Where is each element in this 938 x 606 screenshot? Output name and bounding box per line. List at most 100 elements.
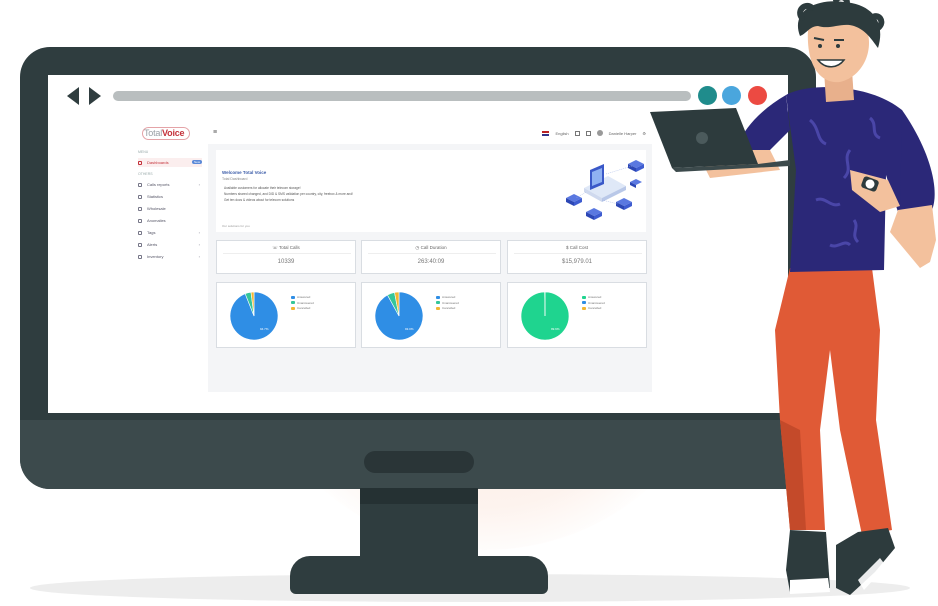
sidebar-item-label: Inventory: [147, 254, 164, 259]
sidebar-item-dashboards[interactable]: Dashboards New: [138, 158, 202, 167]
pie-percent-label: 94.7%: [260, 327, 269, 331]
welcome-title: Welcome Total Voice: [222, 170, 267, 175]
fullscreen-icon[interactable]: [585, 130, 591, 136]
stat-value: 10339: [277, 259, 295, 265]
legend-label: Unanswered: [442, 300, 459, 305]
chevron-down-icon: ›: [198, 254, 200, 259]
legend-item: Cancelled: [582, 306, 605, 310]
dashboard-app: TotalVoice ≡ English Danielle Harper ⚙ M…: [136, 122, 652, 392]
pie-chart: 99.9%: [520, 291, 570, 341]
isometric-illustration: [566, 160, 644, 220]
legend-label: Answered: [442, 295, 456, 299]
stat-label-text: Total Calls: [279, 245, 300, 250]
divider: [223, 253, 351, 254]
pie-legend: Answered Unanswered Cancelled: [291, 295, 314, 312]
legend-swatch: [436, 295, 440, 299]
legend-label: Unanswered: [588, 300, 605, 305]
logo-text-voice: Voice: [162, 128, 185, 138]
stat-label-text: Call Duration: [420, 245, 447, 250]
legend-swatch: [291, 306, 295, 310]
box-icon: [138, 254, 142, 259]
hamburger-icon[interactable]: ≡: [213, 129, 217, 136]
stat-label-text: Call Cost: [569, 245, 589, 250]
monitor-logo-slot: [364, 451, 474, 473]
sidebar-item-alerts[interactable]: Alerts ›: [138, 240, 202, 249]
legend-label: Answered: [297, 295, 311, 299]
legend-item: Unanswered: [582, 301, 605, 305]
pie-card: 93.0% Answered Unanswered Cancelled: [361, 282, 501, 348]
laptop-logo: [696, 132, 708, 144]
sidebar: Menu Dashboards New Others Calls reports…: [136, 144, 208, 392]
dashboard-icon: [138, 160, 142, 165]
divider: [514, 253, 642, 254]
stat-label: ☏ Total Calls: [217, 245, 355, 251]
ear: [856, 40, 868, 52]
sidebar-item-calls-reports[interactable]: Calls reports ›: [138, 180, 202, 189]
welcome-bullet: Available customers for allocate their t…: [224, 186, 301, 190]
pie-card: 99.9% Answered Unanswered Cancelled: [507, 282, 647, 348]
pie-card: 94.7% Answered Unanswered Cancelled: [216, 282, 356, 348]
language-selector[interactable]: English: [555, 131, 568, 136]
legend-swatch: [291, 295, 295, 299]
welcome-bullet: Numbers shared changed, and DID & SMS va…: [224, 192, 353, 196]
sidebar-item-label: Anomalies: [147, 218, 166, 223]
sidebar-item-wholesale[interactable]: Wholesale: [138, 204, 202, 213]
sidebar-item-label: Alerts: [147, 242, 158, 247]
stat-card-total-calls: ☏ Total Calls 10339: [216, 240, 356, 274]
pie-percent-label: 99.9%: [551, 327, 560, 331]
stat-value: $15,979.01: [561, 259, 593, 265]
chevron-down-icon: ›: [198, 230, 200, 235]
person-illustration: [650, 0, 936, 595]
legend-item: Answered: [582, 295, 605, 299]
sidebar-item-statistics[interactable]: Statistics: [138, 192, 202, 201]
legend-label: Cancelled: [297, 306, 311, 310]
stat-card-call-cost: $ Call Cost $15,979.01: [507, 240, 647, 274]
stat-card-call-duration: ◷ Call Duration 263:40:09: [361, 240, 501, 274]
sidebar-section-others: Others: [138, 172, 153, 176]
phone-icon: [138, 182, 142, 187]
pie-chart: 94.7%: [229, 291, 279, 341]
stat-label: $ Call Cost: [508, 245, 646, 250]
legend-swatch: [582, 301, 586, 304]
legend-label: Cancelled: [588, 306, 602, 310]
legend-item: Answered: [436, 295, 459, 299]
sidebar-item-label: Dashboards: [147, 160, 169, 165]
legend-label: Answered: [588, 295, 602, 299]
arrow-left-icon[interactable]: [67, 87, 79, 105]
bell-icon: [138, 242, 142, 247]
chevron-down-icon: ›: [198, 182, 200, 187]
legend-swatch: [291, 301, 295, 304]
pie-chart: 93.0%: [374, 291, 424, 341]
welcome-bullet: Get ten docs & videos about for telecom …: [224, 198, 295, 202]
top-bar: TotalVoice ≡ English Danielle Harper ⚙: [136, 122, 652, 144]
stat-value: 263:40:09: [417, 259, 445, 265]
globe-icon: [138, 206, 142, 211]
sidebar-item-anomalies[interactable]: Anomalies: [138, 216, 202, 225]
legend-label: Unanswered: [297, 300, 314, 305]
arm-pointing: [890, 205, 936, 268]
new-badge: New: [191, 160, 202, 164]
monitor-stand-base: [290, 556, 548, 594]
pie-legend: Answered Unanswered Cancelled: [582, 295, 605, 312]
legend-item: Unanswered: [291, 301, 314, 305]
user-name[interactable]: Danielle Harper: [609, 131, 637, 136]
legend-swatch: [436, 301, 440, 304]
apps-icon[interactable]: [574, 130, 580, 136]
sidebar-item-tags[interactable]: Tags ›: [138, 228, 202, 237]
legend-item: Cancelled: [436, 306, 459, 310]
divider: [368, 253, 496, 254]
avatar[interactable]: [596, 130, 603, 136]
sidebar-item-label: Statistics: [147, 194, 164, 199]
app-logo[interactable]: TotalVoice: [144, 128, 185, 138]
arrow-right-icon[interactable]: [89, 87, 101, 105]
welcome-footer-link[interactable]: Our solutions for you: [222, 224, 250, 228]
legend-item: Cancelled: [291, 306, 314, 310]
address-bar[interactable]: [113, 91, 691, 101]
legend-label: Cancelled: [442, 306, 456, 310]
welcome-subtitle: Total Dashboard: [222, 177, 248, 181]
sidebar-item-inventory[interactable]: Inventory ›: [138, 252, 202, 261]
sidebar-item-label: Wholesale: [147, 206, 166, 211]
monitor-stand-shadow: [360, 488, 478, 504]
stat-label: ◷ Call Duration: [362, 245, 500, 251]
alert-icon: [138, 218, 142, 223]
